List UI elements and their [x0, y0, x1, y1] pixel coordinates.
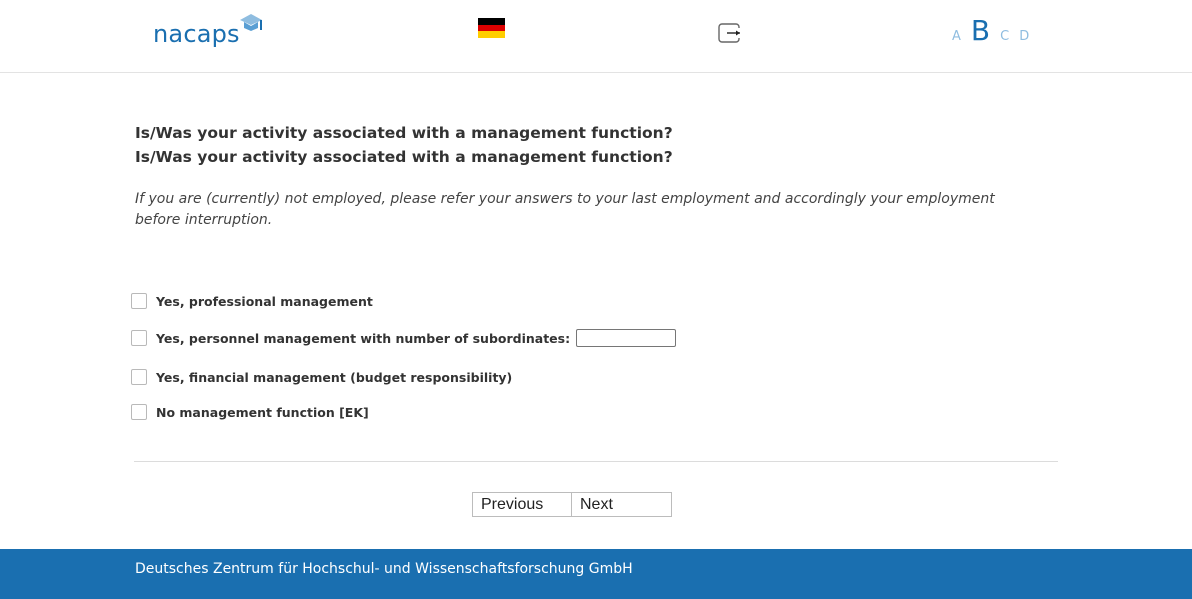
option-label: Yes, professional management	[156, 293, 373, 309]
option-personnel-management[interactable]: Yes, personnel management with number of…	[131, 329, 677, 347]
next-button[interactable]: Next	[572, 492, 672, 517]
logo-text: nacaps	[153, 20, 240, 48]
subordinates-number-input[interactable]	[576, 329, 677, 347]
question-line-1: Is/Was your activity associated with a m…	[135, 124, 673, 142]
divider	[134, 461, 1058, 462]
german-flag-icon[interactable]	[478, 18, 505, 38]
option-label: No management function [EK]	[156, 404, 369, 420]
footer: Deutsches Zentrum für Hochschul- und Wis…	[0, 549, 1192, 599]
option-label: Yes, personnel management with number of…	[156, 330, 571, 346]
option-financial-management[interactable]: Yes, financial management (budget respon…	[131, 369, 512, 385]
font-size-d[interactable]: D	[1019, 29, 1029, 44]
question-text: Is/Was your activity associated with a m…	[135, 121, 1035, 169]
previous-button[interactable]: Previous	[472, 492, 572, 517]
logout-icon[interactable]	[718, 22, 742, 44]
option-no-management[interactable]: No management function [EK]	[131, 404, 369, 420]
footer-text: Deutsches Zentrum für Hochschul- und Wis…	[135, 561, 633, 577]
font-size-b[interactable]: B	[971, 14, 990, 47]
checkbox[interactable]	[131, 293, 147, 309]
question-line-2: Is/Was your activity associated with a m…	[135, 148, 673, 166]
graduation-cap-icon	[238, 12, 264, 40]
question-hint: If you are (currently) not employed, ple…	[135, 191, 995, 228]
font-size-a[interactable]: A	[952, 29, 961, 44]
navigation-buttons: Previous Next	[472, 492, 672, 517]
checkbox[interactable]	[131, 404, 147, 420]
checkbox[interactable]	[131, 369, 147, 385]
font-size-selector: A B C D	[952, 14, 1039, 47]
option-professional-management[interactable]: Yes, professional management	[131, 293, 373, 309]
option-label: Yes, financial management (budget respon…	[156, 369, 513, 385]
nacaps-logo[interactable]: nacaps	[153, 14, 264, 54]
checkbox[interactable]	[131, 330, 147, 346]
font-size-c[interactable]: C	[1000, 29, 1009, 44]
header: nacaps A B C D	[0, 0, 1192, 73]
